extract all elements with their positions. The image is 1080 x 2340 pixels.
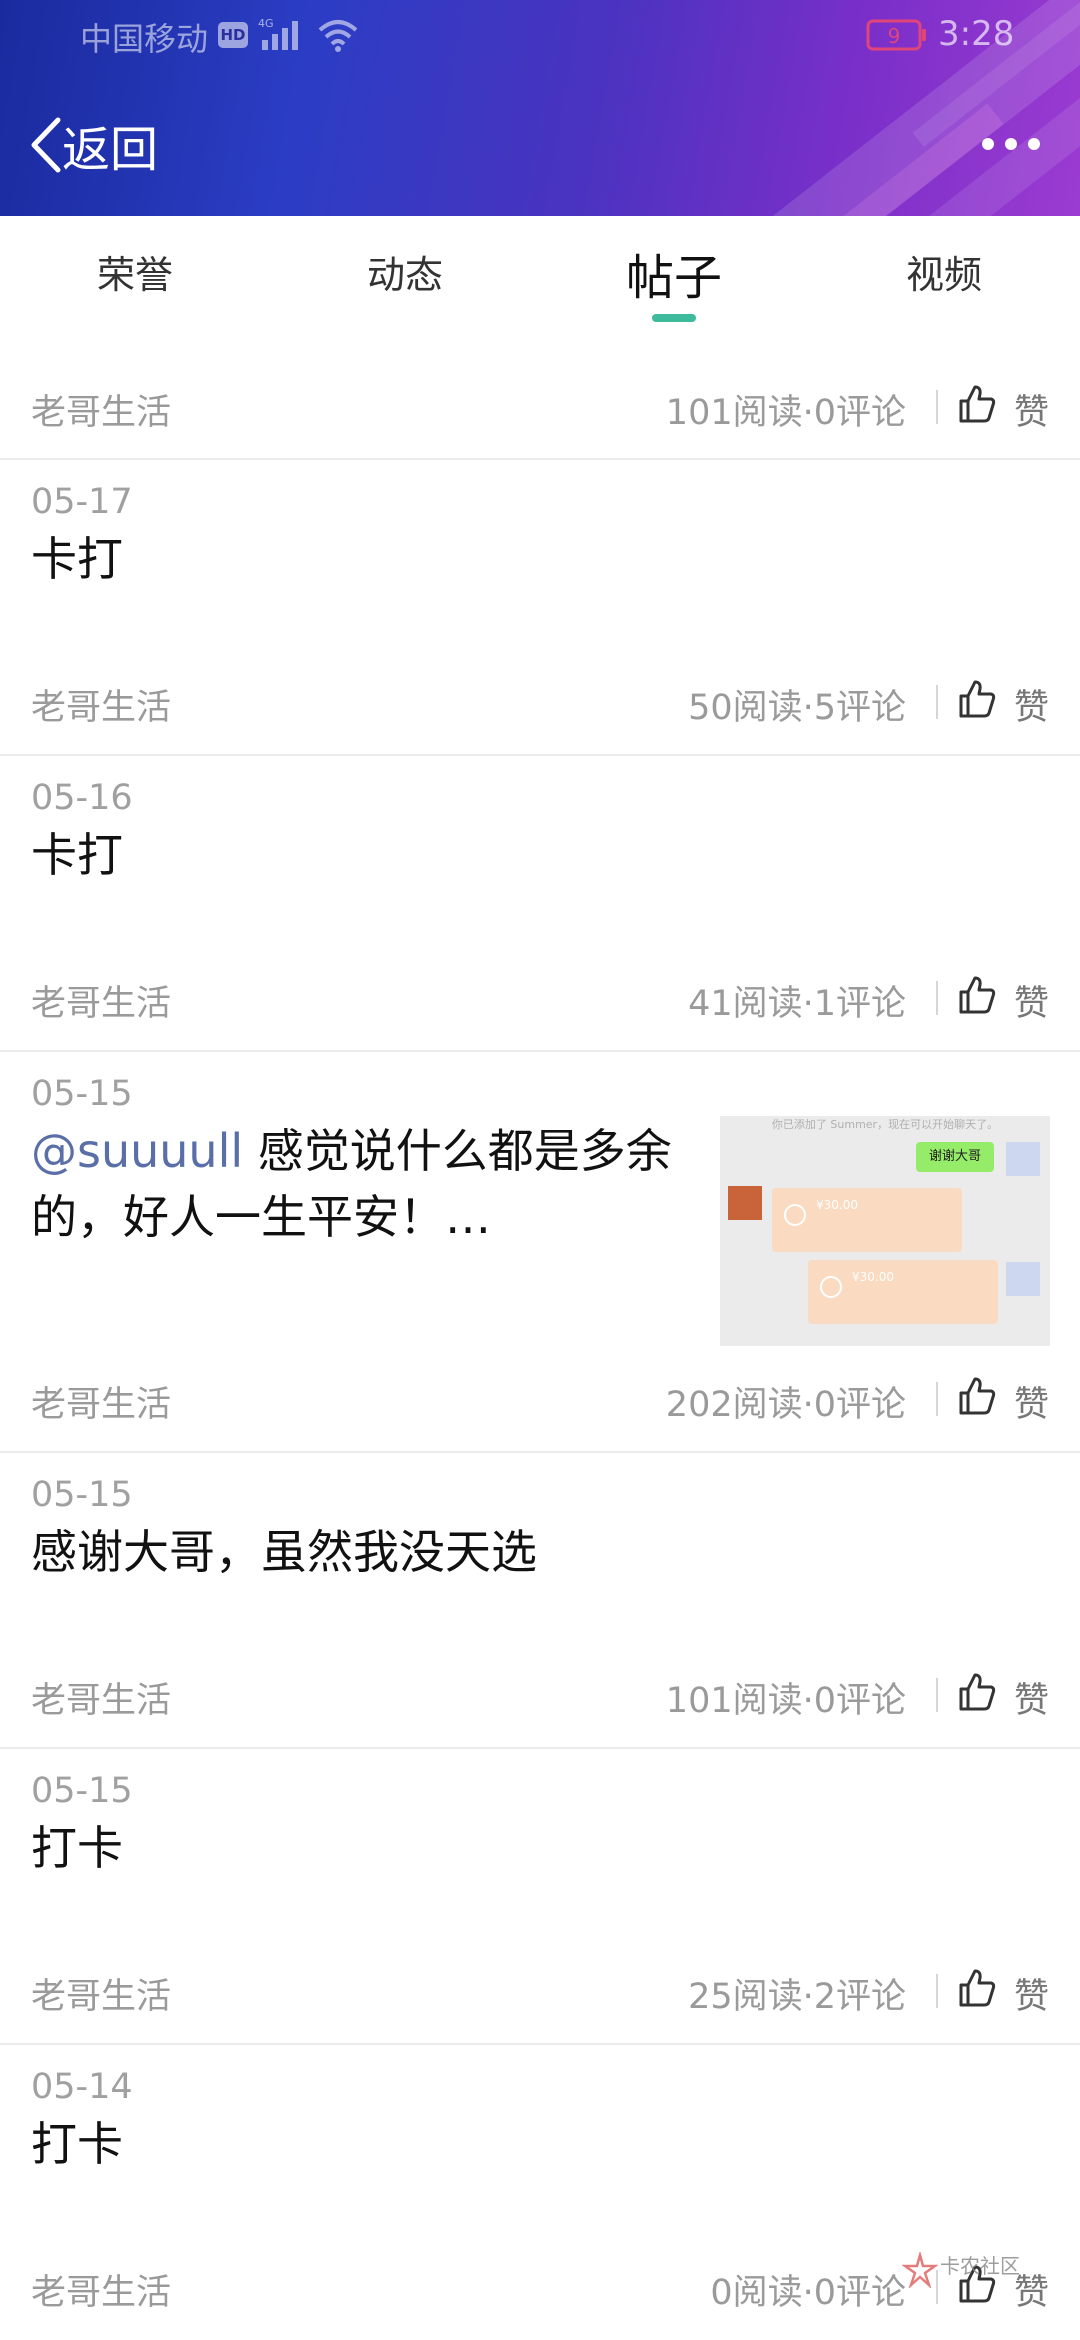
avatar [1006,1262,1040,1296]
post-meta-row: 老哥生活 25阅读·2评论 赞 [0,1944,1080,2040]
post-author[interactable]: 老哥生活 [31,1968,171,2019]
post-stats: 0阅读·0评论 [710,2273,906,2313]
post-date: 05-14 [31,2067,133,2107]
post-stats: 25阅读·2评论 [688,1977,906,2017]
post-title[interactable]: 感谢大哥，虽然我没天选 [31,1519,537,1585]
signal-icon: 4G [258,17,298,50]
thumbs-up-icon[interactable] [958,1968,996,2008]
post-date: 05-15 [31,1475,133,1515]
user-mention[interactable]: @suuuull [31,1124,243,1178]
avatar [1006,1142,1040,1176]
active-tab-indicator [652,314,696,322]
post-title[interactable]: 打卡 [31,2111,123,2177]
post-title[interactable]: 打卡 [31,1815,123,1881]
watermark-logo-icon [902,2252,938,2288]
post-stats: 101阅读·0评论 [665,393,906,433]
divider [936,1382,938,1416]
transfer-card: ¥30.00 [808,1260,998,1324]
post-meta-row: 老哥生活 101阅读·0评论 赞 [0,360,1080,456]
more-dots-icon[interactable] [976,124,1046,164]
post-meta-row: 老哥生活 50阅读·5评论 赞 [0,655,1080,751]
transfer-amount: ¥30.00 [852,1270,894,1284]
like-button[interactable]: 赞 [1014,1672,1049,1723]
divider [936,1678,938,1712]
thumbs-up-icon[interactable] [958,1376,996,1416]
post-author[interactable]: 老哥生活 [31,384,171,435]
thumbs-up-icon[interactable] [958,384,996,424]
post-author[interactable]: 老哥生活 [31,2264,171,2315]
post-author[interactable]: 老哥生活 [31,1376,171,1427]
carrier-label: 中国移动 [80,20,209,58]
post-title[interactable]: @suuuull 感觉说什么都是多余 的，好人一生平安！… [31,1118,711,1250]
tab-activity[interactable]: 动态 [305,244,505,299]
divider [0,754,1080,756]
post-title[interactable]: 卡打 [31,526,123,592]
status-bar: 中国移动 HD 4G 9 3:28 [0,0,1080,74]
back-button[interactable]: 返回 [28,112,158,178]
post-title[interactable]: 卡打 [31,822,123,888]
hd-badge: HD [218,22,248,48]
post-stats: 202阅读·0评论 [665,1385,906,1425]
transfer-amount: ¥30.00 [816,1198,858,1212]
app-header: 中国移动 HD 4G 9 3:28 返回 [0,0,1080,216]
divider [0,458,1080,460]
post-date: 05-17 [31,482,133,522]
back-label: 返回 [62,122,159,178]
thumbnail-system-text: 你已添加了 Summer，现在可以开始聊天了。 [771,1118,999,1131]
post-date: 05-15 [31,1771,133,1811]
post-meta-row: 老哥生活 101阅读·0评论 赞 [0,1648,1080,1744]
tab-bar: 荣誉 动态 帖子 视频 [0,216,1080,346]
post-stats: 101阅读·0评论 [665,1681,906,1721]
divider [936,390,938,424]
tab-posts[interactable]: 帖子 [574,238,774,308]
clock: 3:28 [938,14,1015,54]
thumbs-up-icon[interactable] [958,1672,996,1712]
divider [0,2043,1080,2045]
battery-icon: 9 [866,19,926,51]
like-button[interactable]: 赞 [1014,975,1049,1026]
post-author[interactable]: 老哥生活 [31,975,171,1026]
divider [936,1974,938,2008]
post-thumbnail[interactable]: 你已添加了 Summer，现在可以开始聊天了。 谢谢大哥 ¥30.00 ¥30.… [720,1116,1050,1346]
like-button[interactable]: 赞 [1014,384,1049,435]
like-button[interactable]: 赞 [1014,1376,1049,1427]
chevron-left-icon [31,117,61,173]
post-date: 05-16 [31,778,133,818]
post-title-text: 感觉说什么都是多余 [243,1124,672,1178]
network-type-label: 4G [258,17,274,30]
thumbnail-chat-bubble: 谢谢大哥 [916,1142,994,1172]
check-circle-icon [820,1276,842,1298]
battery-level: 9 [888,24,901,48]
check-circle-icon [784,1204,806,1226]
divider [0,1451,1080,1453]
post-title-text: 的，好人一生平安！… [31,1190,491,1244]
thumbs-up-icon[interactable] [958,975,996,1015]
post-meta-row: 老哥生活 41阅读·1评论 赞 [0,951,1080,1047]
watermark-text: 卡农社区 [940,2254,1020,2278]
watermark: 卡农社区 [900,2248,1060,2308]
tab-videos[interactable]: 视频 [844,244,1044,299]
thumbs-up-icon[interactable] [958,679,996,719]
avatar [728,1186,762,1220]
divider [936,685,938,719]
tab-honor[interactable]: 荣誉 [35,244,235,299]
transfer-card: ¥30.00 [772,1188,962,1252]
post-author[interactable]: 老哥生活 [31,679,171,730]
post-meta-row: 老哥生活 202阅读·0评论 赞 [0,1352,1080,1448]
post-stats: 50阅读·5评论 [688,688,906,728]
wifi-icon [318,20,358,52]
divider [0,1050,1080,1052]
post-author[interactable]: 老哥生活 [31,1672,171,1723]
like-button[interactable]: 赞 [1014,679,1049,730]
divider [936,981,938,1015]
like-button[interactable]: 赞 [1014,1968,1049,2019]
post-date: 05-15 [31,1074,133,1114]
divider [0,1747,1080,1749]
post-stats: 41阅读·1评论 [688,984,906,1024]
